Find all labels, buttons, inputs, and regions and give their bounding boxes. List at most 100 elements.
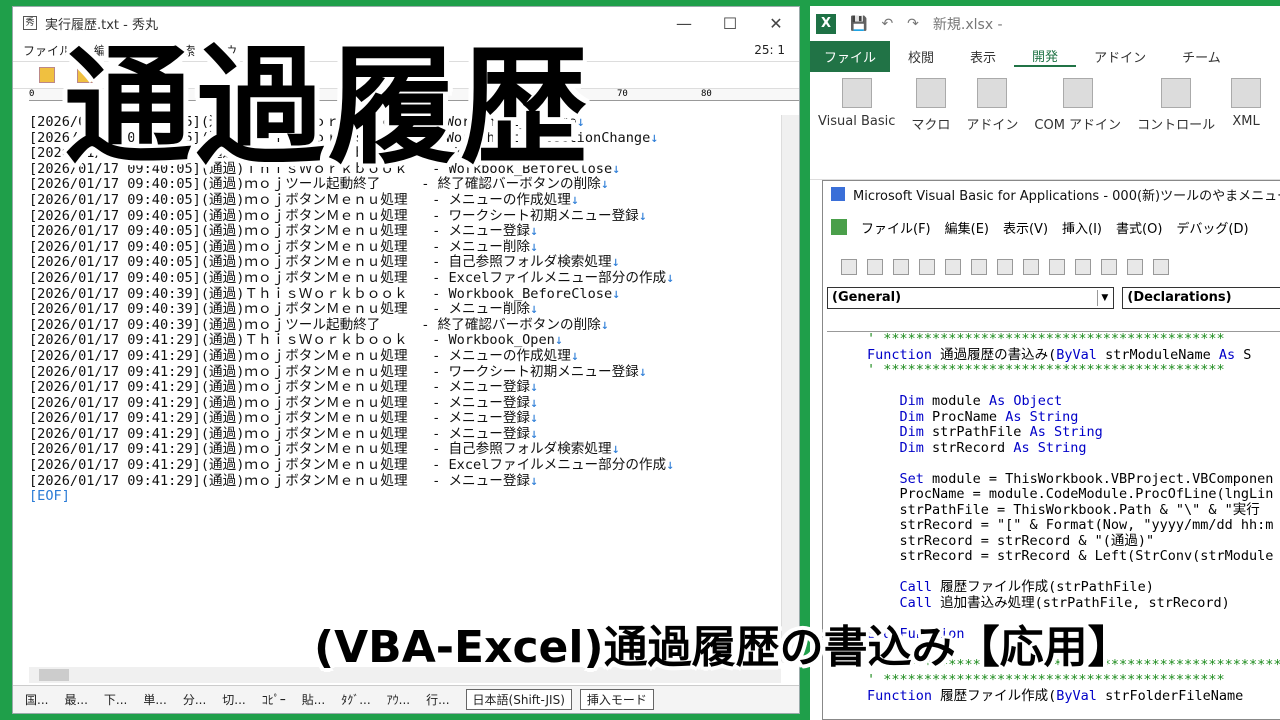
vba-title: Microsoft Visual Basic for Applications … xyxy=(853,188,1280,204)
vba-menu-format[interactable]: 書式(O) xyxy=(1116,218,1162,237)
xml-icon xyxy=(1231,78,1262,108)
undo-icon[interactable]: ↶ xyxy=(881,16,893,32)
addin-button[interactable]: アドイン xyxy=(966,78,1018,179)
save-icon[interactable] xyxy=(893,259,909,275)
design-mode-icon[interactable] xyxy=(1153,259,1169,275)
vba-menu-insert[interactable]: 挿入(I) xyxy=(1062,218,1102,237)
close-icon[interactable]: ✕ xyxy=(753,14,799,33)
status-button[interactable]: ｺﾋﾟｰ xyxy=(262,691,286,708)
cursor-position: 25: 1 xyxy=(754,43,785,57)
insert-mode-indicator[interactable]: 挿入モード xyxy=(579,689,654,710)
general-combo[interactable]: (General) ▼ xyxy=(827,287,1115,309)
status-button[interactable]: 下... xyxy=(104,691,127,708)
declarations-combo[interactable]: (Declarations) xyxy=(1122,287,1280,309)
scroll-thumb[interactable] xyxy=(39,669,69,681)
status-button[interactable]: 行... xyxy=(426,691,449,708)
encoding-indicator[interactable]: 日本語(Shift-JIS) xyxy=(465,689,572,710)
tab-review[interactable]: 校閲 xyxy=(890,47,952,66)
tab-view[interactable]: 表示 xyxy=(952,47,1014,66)
cut-icon[interactable] xyxy=(919,259,935,275)
com-addin-button[interactable]: COM アドイン xyxy=(1034,78,1121,179)
tab-file[interactable]: ファイル xyxy=(810,40,891,72)
log-line-text: [2026/01/17 09:41:29](通過)ｍｏｊボタンＭｅｎｕ処理 - … xyxy=(29,472,531,489)
status-button[interactable]: 貼... xyxy=(302,691,325,708)
controls-button[interactable]: コントロール xyxy=(1137,78,1215,179)
code-line: Set module = ThisWorkbook.VBProject.VBCo… xyxy=(899,470,1274,487)
code-line: Dim module As Object xyxy=(899,393,1063,409)
code-line: Dim strRecord As String xyxy=(899,439,1087,456)
stop-icon[interactable] xyxy=(1127,259,1143,275)
visual-basic-button[interactable]: Visual Basic xyxy=(818,78,895,179)
status-button[interactable]: ｱｳ... xyxy=(387,691,410,708)
visual-basic-icon xyxy=(841,78,872,108)
editor-text-area[interactable]: [2026/01/17 09:40:05](通過)ＴｈｉｓＷｏｒｋｓｈｅｅｔ -… xyxy=(29,115,779,663)
visual-basic-label: Visual Basic xyxy=(818,114,896,129)
log-line-text: [2026/01/17 09:41:29](通過)ｍｏｊボタンＭｅｎｕ処理 - … xyxy=(29,379,531,396)
run-icon[interactable] xyxy=(1075,259,1091,275)
tab-team[interactable]: チーム xyxy=(1164,47,1239,66)
status-button[interactable]: 単... xyxy=(143,691,166,708)
log-line: [2026/01/17 09:41:29](通過)ｍｏｊボタンＭｅｎｕ処理 - … xyxy=(29,379,779,396)
newline-mark: ↓ xyxy=(570,347,579,364)
editor-app-icon: 秀 xyxy=(23,16,37,30)
minimize-icon[interactable]: — xyxy=(661,14,707,33)
newline-mark: ↓ xyxy=(638,363,647,380)
vba-menu-file[interactable]: ファイル(F) xyxy=(861,218,931,237)
save-icon[interactable]: 💾 xyxy=(850,16,867,32)
log-line: [2026/01/17 09:41:29](通過)ｍｏｊボタンＭｅｎｕ処理 - … xyxy=(29,363,779,381)
code-line: Call 追加書込み処理(strPathFile, strRecord) xyxy=(899,594,1230,611)
status-button[interactable]: 国... xyxy=(25,691,48,708)
log-line-text: [2026/01/17 09:40:39](通過)ＴｈｉｓＷｏｒｋｂｏｏｋ - … xyxy=(29,285,613,302)
paste-icon[interactable] xyxy=(971,259,987,275)
newline-mark: ↓ xyxy=(600,316,609,333)
vba-menu-debug[interactable]: デバッグ(D) xyxy=(1176,218,1248,237)
newline-mark: ↓ xyxy=(554,332,564,349)
undo-icon[interactable] xyxy=(1023,259,1039,275)
excel-quick-access: X 💾 ↶ ↷ 新規.xlsx - xyxy=(810,6,1280,42)
xml-label: XML xyxy=(1232,114,1260,129)
eof-marker: [EOF] xyxy=(29,488,70,505)
com-addin-label: COM アドイン xyxy=(1034,118,1122,133)
log-line: [2026/01/17 09:40:39](通過)ＴｈｉｓＷｏｒｋｂｏｏｋ - … xyxy=(29,285,779,303)
log-line: [2026/01/17 09:40:39](通過)ｍｏｊツール起動終了 - 終了… xyxy=(29,316,779,334)
excel-view-icon[interactable] xyxy=(841,259,857,275)
newline-mark: ↓ xyxy=(530,379,539,396)
tab-addins[interactable]: アドイン xyxy=(1076,47,1164,66)
log-line-text: [2026/01/17 09:40:39](通過)ｍｏｊボタンＭｅｎｕ処理 - … xyxy=(29,301,531,318)
vba-menu-edit[interactable]: 編集(E) xyxy=(945,218,989,237)
insert-module-icon[interactable] xyxy=(867,259,883,275)
newline-mark: ↓ xyxy=(530,238,539,255)
log-line: [2026/01/17 09:40:05](通過)ｍｏｊボタンＭｅｎｕ処理 - … xyxy=(29,270,779,287)
redo-icon[interactable]: ↷ xyxy=(907,16,919,32)
log-line-text: [2026/01/17 09:41:29](通過)ｍｏｊボタンＭｅｎｕ処理 - … xyxy=(29,457,667,474)
general-combo-value: (General) xyxy=(832,290,902,305)
excel-logo-icon: X xyxy=(816,14,836,34)
xml-button[interactable]: XML xyxy=(1231,78,1262,179)
ruler-mark-0: 0 xyxy=(29,89,35,99)
redo-icon[interactable] xyxy=(1049,259,1065,275)
copy-icon[interactable] xyxy=(945,259,961,275)
status-button[interactable]: 分... xyxy=(183,691,206,708)
pause-icon[interactable] xyxy=(1101,259,1117,275)
status-button[interactable]: ﾀｸﾞ... xyxy=(341,691,370,708)
chevron-down-icon[interactable]: ▼ xyxy=(1097,290,1111,306)
find-icon[interactable] xyxy=(997,259,1013,275)
log-line: [2026/01/17 09:41:29](通過)ＴｈｉｓＷｏｒｋｂｏｏｋ - … xyxy=(29,333,779,349)
tab-developer[interactable]: 開発 xyxy=(1014,46,1077,67)
maximize-icon[interactable]: ☐ xyxy=(707,14,753,33)
new-file-icon[interactable] xyxy=(39,67,55,83)
vertical-scrollbar[interactable] xyxy=(781,115,799,663)
code-line: ' **************************************… xyxy=(867,672,1225,688)
status-button[interactable]: 最... xyxy=(64,691,87,708)
log-line: [2026/01/17 09:40:05](通過)ｍｏｊボタンＭｅｎｕ処理 - … xyxy=(29,238,779,256)
macro-label: マクロ xyxy=(911,118,951,133)
com-addin-icon xyxy=(1062,78,1093,108)
log-line-text: [2026/01/17 09:41:29](通過)ＴｈｉｓＷｏｒｋｂｏｏｋ - … xyxy=(29,332,555,349)
vba-menu-view[interactable]: 表示(V) xyxy=(1003,218,1048,237)
status-button[interactable]: 切... xyxy=(222,691,245,708)
gear-icon xyxy=(977,78,1008,108)
macro-button[interactable]: マクロ xyxy=(911,78,950,179)
log-line: [2026/01/17 09:40:05](通過)ｍｏｊボタンＭｅｎｕ処理 - … xyxy=(29,192,779,209)
vba-menu-icon xyxy=(831,219,847,235)
